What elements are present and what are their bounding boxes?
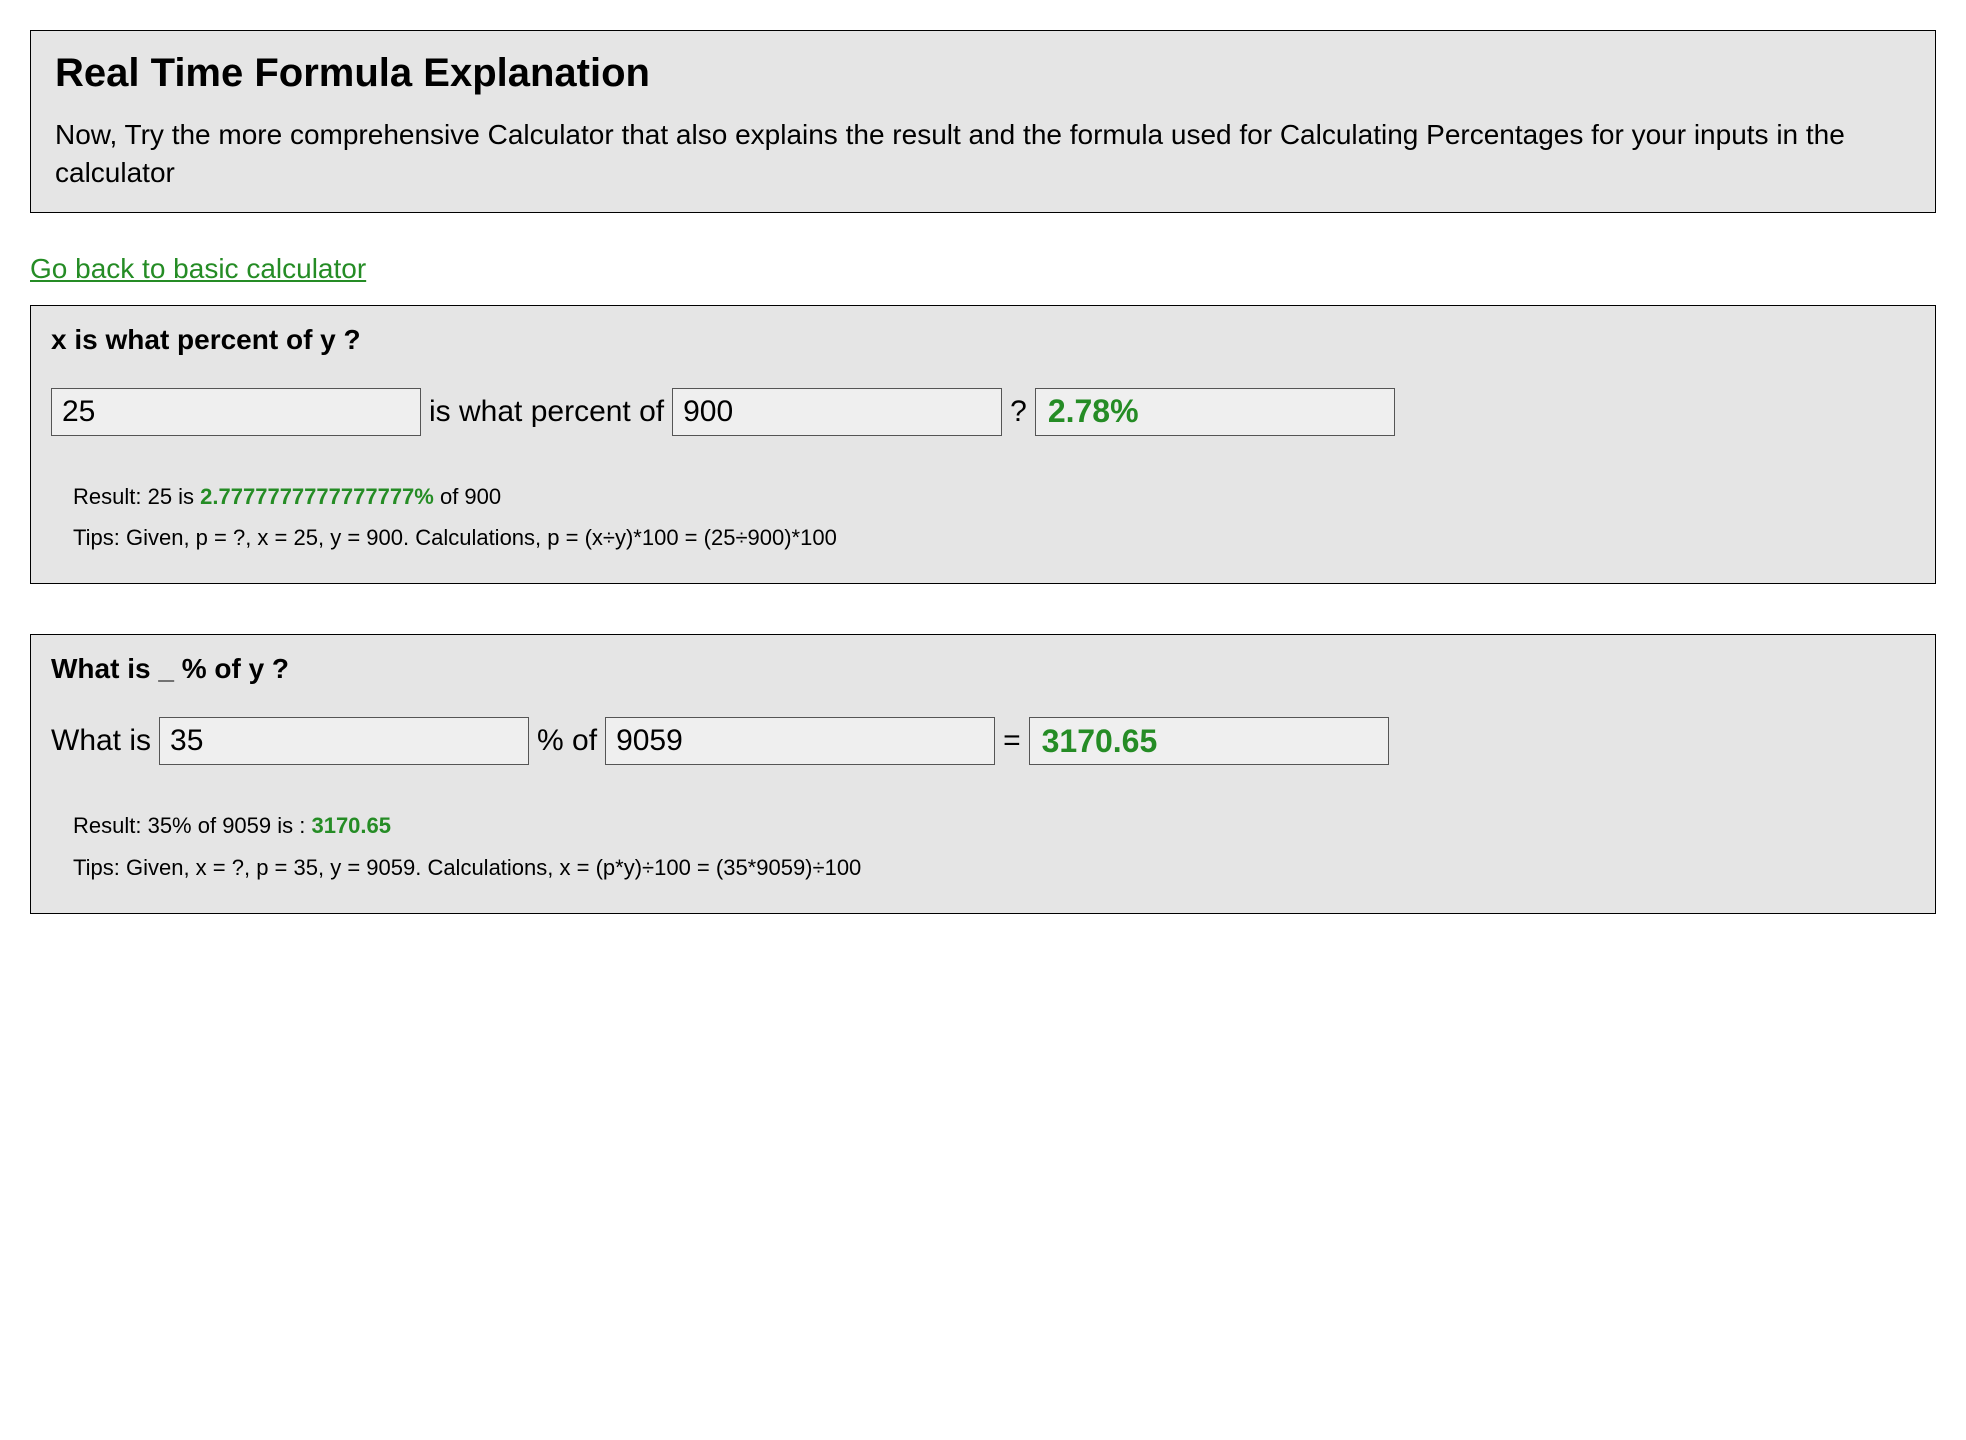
calc1-qmark: ? — [1010, 395, 1027, 429]
calc1-result-suffix: of 900 — [434, 484, 501, 509]
calc2-title: What is _ % of y ? — [51, 653, 1915, 685]
calc1-panel: x is what percent of y ? is what percent… — [30, 305, 1936, 585]
calc2-result-prefix: Result: 35% of 9059 is : — [73, 813, 311, 838]
calc1-result-prefix: Result: 25 is — [73, 484, 200, 509]
page-title: Real Time Formula Explanation — [55, 51, 1911, 96]
calc1-x-input[interactable] — [51, 388, 421, 436]
calc1-row: is what percent of ? 2.78% — [51, 388, 1915, 436]
calc2-row: What is % of = 3170.65 — [51, 717, 1915, 765]
back-link[interactable]: Go back to basic calculator — [30, 253, 366, 285]
calc2-tips-line: Tips: Given, x = ?, p = 35, y = 9059. Ca… — [73, 847, 1915, 889]
calc2-mid-text: % of — [537, 724, 597, 758]
calc1-result-green: 2.7777777777777777% — [200, 484, 434, 509]
calc2-result-line: Result: 35% of 9059 is : 3170.65 — [73, 805, 1915, 847]
calc1-explain: Result: 25 is 2.7777777777777777% of 900… — [51, 476, 1915, 560]
calc1-tips-line: Tips: Given, p = ?, x = 25, y = 900. Cal… — [73, 517, 1915, 559]
calc1-result: 2.78% — [1035, 388, 1395, 436]
calc2-panel: What is _ % of y ? What is % of = 3170.6… — [30, 634, 1936, 914]
calc2-y-input[interactable] — [605, 717, 995, 765]
calc2-prefix: What is — [51, 724, 151, 758]
calc1-y-input[interactable] — [672, 388, 1002, 436]
calc2-result: 3170.65 — [1029, 717, 1389, 765]
page-subtitle: Now, Try the more comprehensive Calculat… — [55, 116, 1911, 192]
calc2-p-input[interactable] — [159, 717, 529, 765]
header-panel: Real Time Formula Explanation Now, Try t… — [30, 30, 1936, 213]
calc1-result-line: Result: 25 is 2.7777777777777777% of 900 — [73, 476, 1915, 518]
calc2-equals: = — [1003, 724, 1021, 758]
calc1-title: x is what percent of y ? — [51, 324, 1915, 356]
calc2-result-green: 3170.65 — [311, 813, 391, 838]
calc1-mid-text: is what percent of — [429, 395, 664, 429]
calc2-explain: Result: 35% of 9059 is : 3170.65 Tips: G… — [51, 805, 1915, 889]
